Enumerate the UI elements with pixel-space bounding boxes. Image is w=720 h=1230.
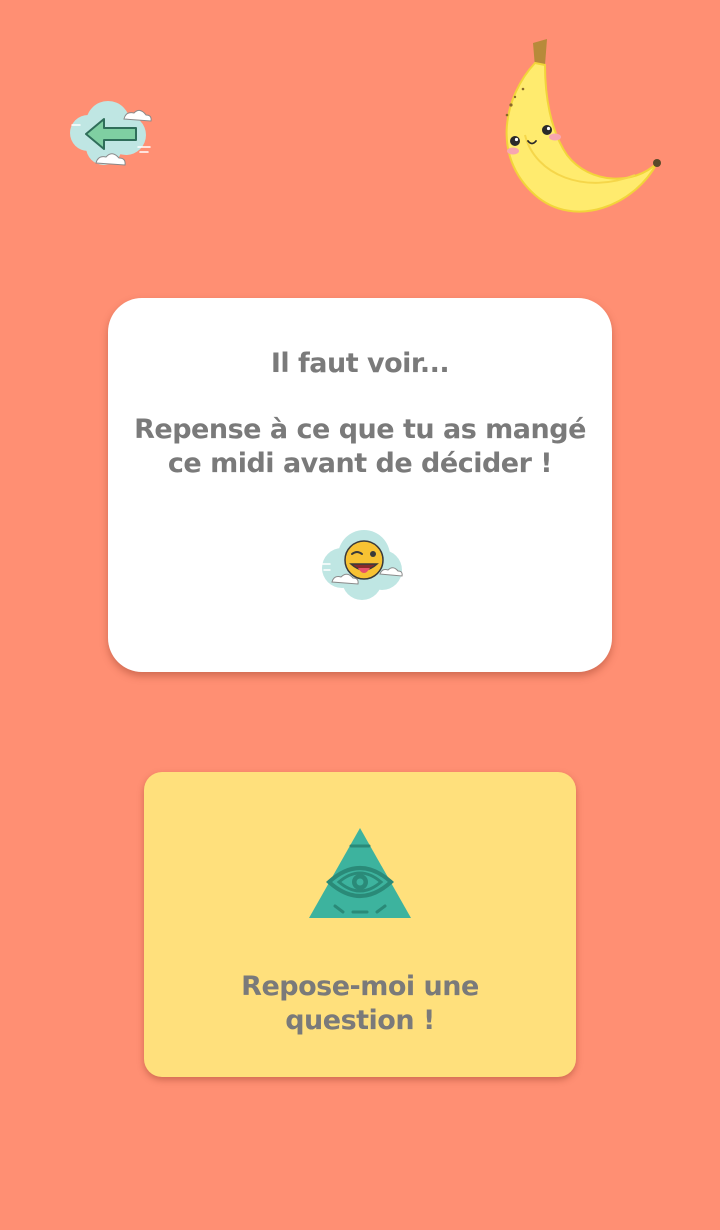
wink-emoji xyxy=(318,524,408,602)
ask-again-label-line-2: question ! xyxy=(285,1005,435,1036)
answer-text: Repense à ce que tu as mangé ce midi ava… xyxy=(128,413,592,481)
back-arrow-cloud-icon xyxy=(70,101,152,166)
back-button[interactable] xyxy=(66,95,156,175)
banana-mascot xyxy=(495,35,665,215)
eye-pyramid xyxy=(307,826,413,920)
banana-mascot-icon xyxy=(505,39,661,213)
answer-text-line-1: Repense à ce que tu as mangé xyxy=(134,414,586,445)
ask-again-label: Repose-moi une question ! xyxy=(184,970,536,1038)
answer-card: Il faut voir... Repense à ce que tu as m… xyxy=(108,298,612,672)
wink-tongue-emoji-icon xyxy=(321,530,403,600)
ask-again-label-line-1: Repose-moi une xyxy=(241,971,479,1002)
ask-again-button[interactable]: Repose-moi une question ! xyxy=(144,772,576,1077)
eye-pyramid-icon xyxy=(309,828,411,918)
answer-text-line-2: ce midi avant de décider ! xyxy=(167,448,553,479)
answer-title: Il faut voir... xyxy=(270,348,450,379)
